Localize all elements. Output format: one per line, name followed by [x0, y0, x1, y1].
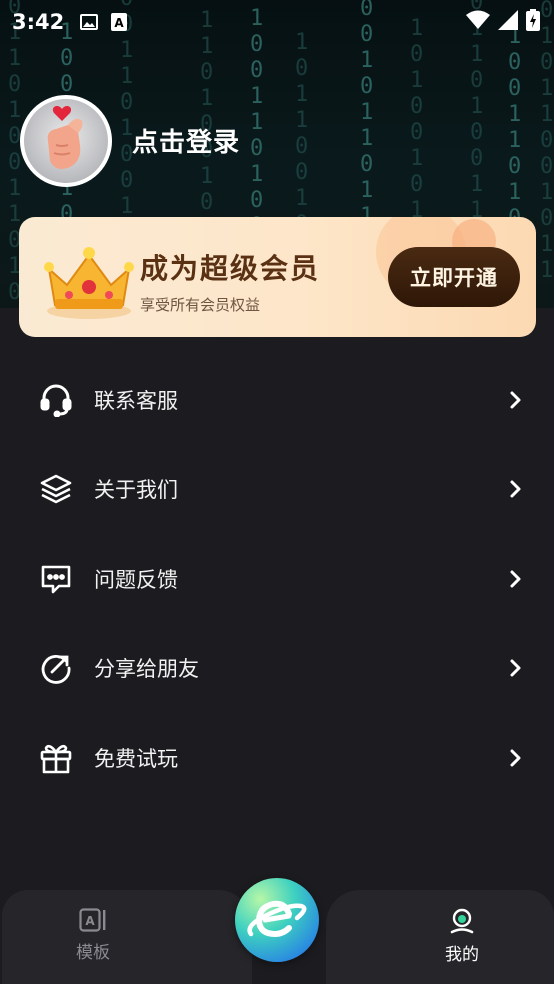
settings-menu: 联系客服 关于我们 问题反馈 分享给朋友 免费试玩	[0, 355, 554, 803]
vip-banner[interactable]: 成为超级会员 享受所有会员权益 立即开通	[19, 217, 536, 337]
chevron-right-icon	[510, 570, 521, 588]
chevron-right-icon	[510, 480, 521, 498]
menu-item-label: 分享给朋友	[94, 657, 199, 682]
menu-item-feedback[interactable]: 问题反馈	[0, 534, 554, 624]
gift-icon	[38, 740, 74, 776]
tab-templates-label: 模板	[76, 943, 110, 963]
menu-item-label: 免费试玩	[94, 746, 178, 771]
chevron-right-icon	[510, 749, 521, 767]
headset-icon	[38, 382, 74, 418]
avatar[interactable]	[20, 95, 112, 187]
crown-icon	[44, 247, 134, 319]
planet-icon	[247, 900, 307, 938]
feedback-icon	[38, 561, 74, 597]
vip-title: 成为超级会员	[140, 252, 321, 285]
heart-hand-icon	[47, 106, 83, 169]
battery-icon	[526, 9, 540, 35]
menu-item-label: 关于我们	[94, 478, 178, 503]
image-notification-icon	[80, 13, 99, 31]
profile-icon	[450, 908, 474, 934]
chevron-right-icon	[510, 391, 521, 409]
menu-item-free-trial[interactable]: 免费试玩	[0, 713, 554, 803]
status-bar: 3:42 A	[0, 0, 554, 44]
template-icon: A	[79, 908, 106, 932]
wifi-icon	[466, 10, 490, 34]
menu-item-share[interactable]: 分享给朋友	[0, 624, 554, 714]
layers-icon	[38, 471, 74, 507]
tab-mine-label: 我的	[445, 945, 479, 965]
login-link[interactable]: 点击登录	[132, 122, 240, 159]
svg-text:A: A	[85, 914, 95, 928]
svg-text:A: A	[115, 16, 125, 30]
activate-vip-button[interactable]: 立即开通	[388, 247, 520, 307]
tab-templates[interactable]: A 模板	[53, 908, 133, 963]
menu-item-label: 问题反馈	[94, 567, 178, 592]
vip-subtitle: 享受所有会员权益	[140, 296, 261, 314]
menu-item-about-us[interactable]: 关于我们	[0, 445, 554, 535]
chevron-right-icon	[510, 659, 521, 677]
menu-item-label: 联系客服	[94, 388, 178, 413]
center-create-button[interactable]	[235, 878, 319, 962]
share-icon	[38, 650, 74, 686]
tab-mine[interactable]: 我的	[422, 908, 502, 965]
cellular-icon	[498, 10, 518, 34]
menu-item-contact-support[interactable]: 联系客服	[0, 355, 554, 445]
status-time: 3:42	[12, 10, 65, 34]
a-notification-icon: A	[110, 13, 128, 31]
